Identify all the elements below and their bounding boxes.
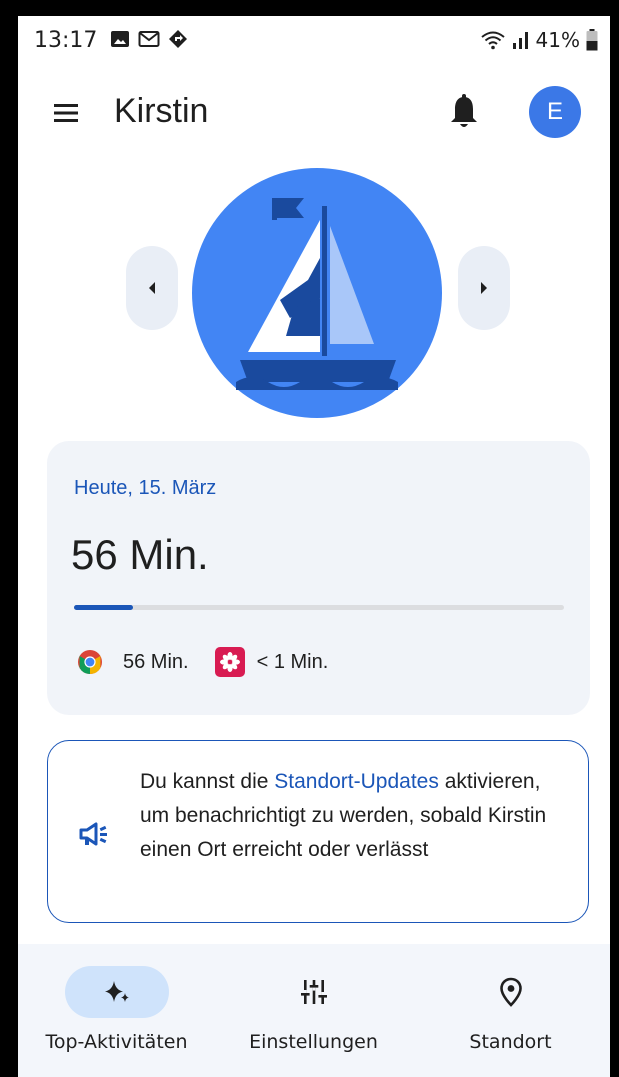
bell-icon[interactable] <box>446 92 482 132</box>
next-button[interactable] <box>458 246 510 330</box>
usage-progress-bar <box>74 605 564 610</box>
top-app-bar: Kirstin E <box>18 78 610 142</box>
nav-top-activities[interactable]: Top-Aktivitäten <box>18 944 215 1077</box>
nav-label-location: Standort <box>469 1031 552 1053</box>
location-diamond-icon <box>169 30 187 48</box>
nav-location-icon-wrap <box>459 966 563 1018</box>
nav-location[interactable]: Standort <box>412 944 609 1077</box>
nav-settings-icon-wrap <box>262 966 366 1018</box>
status-time: 13:17 <box>34 28 98 53</box>
flower-icon <box>219 652 240 672</box>
app-usage-time-1: 56 Min. <box>123 650 189 673</box>
gallery-icon <box>111 31 129 47</box>
usage-progress-fill <box>74 605 133 610</box>
caret-right-icon <box>481 282 487 294</box>
app-screen: 13:17 41% Kirstin E Heute, 15. März 56 M… <box>18 16 610 1077</box>
wifi-icon <box>480 31 505 50</box>
bottom-navigation: Top-Aktivitäten Einstellungen Standort <box>18 944 610 1077</box>
location-pin-icon <box>499 977 522 1007</box>
location-updates-link[interactable]: Standort-Updates <box>274 770 439 793</box>
info-message: Du kannst die Standort-Updates aktiviere… <box>140 765 560 867</box>
status-notification-icons <box>110 29 188 49</box>
nav-label-settings: Einstellungen <box>249 1031 378 1053</box>
usage-date: Heute, 15. März <box>74 477 217 499</box>
sparkle-icon <box>104 981 129 1002</box>
page-title: Kirstin <box>114 92 209 130</box>
flower-app-icon <box>214 647 245 677</box>
avatar[interactable]: E <box>529 86 581 138</box>
usage-card[interactable]: Heute, 15. März 56 Min. 56 Min. < 1 Min. <box>47 441 590 715</box>
usage-total: 56 Min. <box>71 531 209 578</box>
nav-settings[interactable]: Einstellungen <box>215 944 412 1077</box>
app-usage-time-2: < 1 Min. <box>256 650 329 673</box>
nav-label-top-activities: Top-Aktivitäten <box>45 1031 188 1053</box>
nav-active-indicator <box>64 966 169 1018</box>
caret-left-icon <box>149 282 155 294</box>
megaphone-icon <box>79 822 107 846</box>
sailboat-icon <box>192 168 442 418</box>
battery-percent: 41% <box>535 28 580 52</box>
previous-button[interactable] <box>126 246 178 330</box>
signal-icon <box>512 32 528 49</box>
menu-icon[interactable] <box>48 98 84 128</box>
sliders-icon <box>300 980 327 1004</box>
chrome-icon <box>78 650 102 674</box>
app-usage-list: 56 Min. < 1 Min. <box>77 647 328 677</box>
info-text-before: Du kannst die <box>140 770 275 793</box>
battery-icon <box>586 29 598 51</box>
location-updates-card[interactable]: Du kannst die Standort-Updates aktiviere… <box>47 740 589 923</box>
gmail-icon <box>138 31 160 47</box>
status-bar: 13:17 41% <box>18 16 610 66</box>
status-right-icons: 41% <box>480 28 598 52</box>
